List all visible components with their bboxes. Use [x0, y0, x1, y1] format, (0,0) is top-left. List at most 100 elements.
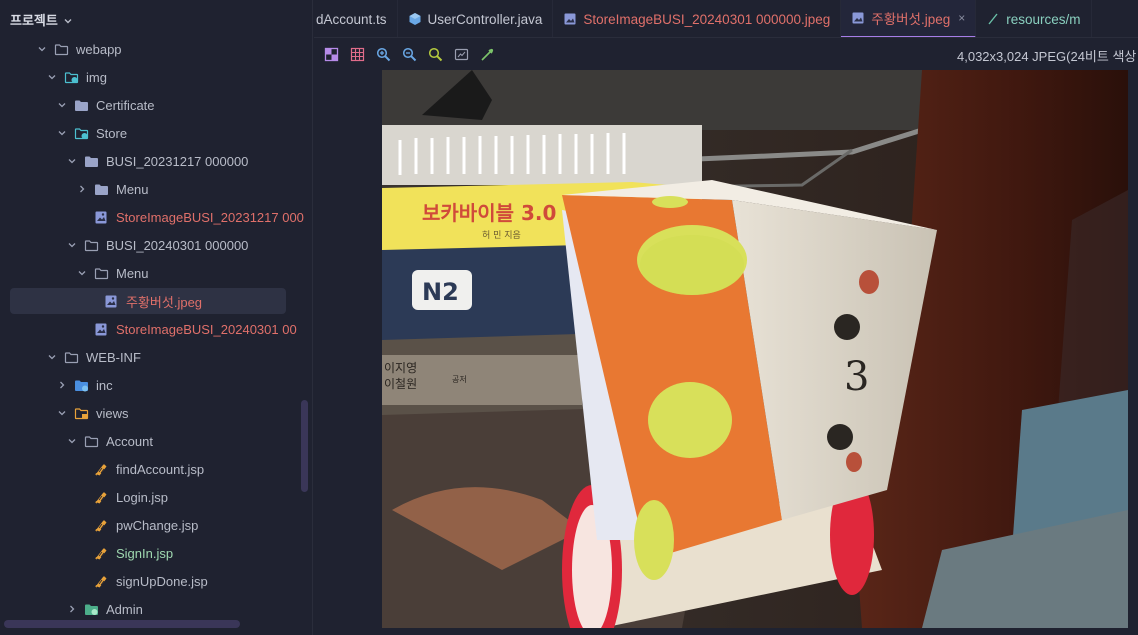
tree-item[interactable]: views [0, 399, 312, 427]
tree-item[interactable]: img [0, 63, 312, 91]
tree-item-label: signUpDone.jsp [116, 573, 208, 589]
chessboard-icon[interactable] [318, 41, 344, 67]
editor-tab-label: StoreImageBUSI_20240301 000000.jpeg [583, 11, 831, 27]
jsp-file-icon [94, 490, 110, 504]
tree-vertical-scrollbar[interactable] [301, 400, 308, 492]
tree-item[interactable]: Admin [0, 595, 312, 623]
tree-item[interactable]: StoreImageBUSI_20240301 00 [0, 315, 312, 343]
tree-item-label: StoreImageBUSI_20240301 00 [116, 321, 297, 337]
tree-item-label: Account [106, 433, 153, 449]
tree-item-label: BUSI_20240301 000000 [106, 237, 249, 253]
folder-blue-icon [74, 378, 90, 392]
editor-tab[interactable]: UserController.java [398, 0, 554, 37]
chevron-right-icon[interactable] [76, 183, 88, 195]
chevron-down-icon[interactable] [66, 155, 78, 167]
java-class-icon [408, 12, 422, 26]
folder-icon [84, 238, 100, 252]
web-folder-icon [74, 126, 90, 140]
tree-item[interactable]: StoreImageBUSI_20231217 000 [0, 203, 312, 231]
folder-solid-icon [94, 182, 110, 196]
project-panel-title[interactable]: 프로젝트 [10, 10, 58, 29]
tree-item[interactable]: Certificate [0, 91, 312, 119]
tree-item[interactable]: BUSI_20240301 000000 [0, 231, 312, 259]
tree-item[interactable]: signUpDone.jsp [0, 567, 312, 595]
project-panel-header[interactable]: 프로젝트 [0, 0, 312, 38]
chevron-down-icon[interactable] [56, 127, 68, 139]
tree-item[interactable]: Store [0, 119, 312, 147]
tree-item-label: WEB-INF [86, 349, 141, 365]
close-icon[interactable]: × [958, 11, 965, 25]
web-folder-icon [64, 70, 80, 84]
folder-icon [64, 350, 80, 364]
chevron-down-icon[interactable] [46, 351, 58, 363]
tree-item-label: 주황버섯.jpeg [126, 294, 203, 310]
tree-item[interactable]: SignIn.jsp [0, 539, 312, 567]
photo: 보카바이블 3.0 허 민 지음 N2 이지영 이철원 공저 3 [382, 70, 1128, 628]
editor-tab-bar: dAccount.ts UserController.java StoreImage… [314, 0, 1138, 38]
project-tree: webapp img Certificate Store BUSI_20231217 0… [0, 35, 312, 623]
jsp-file-icon [94, 518, 110, 532]
tree-item-label: StoreImageBUSI_20231217 000 [116, 209, 304, 225]
chevron-down-icon[interactable] [46, 71, 58, 83]
editor-tab-label: 주황버섯.jpeg [871, 12, 951, 27]
book2-line2: 이철원 [384, 377, 417, 391]
tree-item-label: inc [96, 377, 113, 393]
tree-item-label: Login.jsp [116, 489, 169, 505]
tree-item-label: pwChange.jsp [116, 517, 199, 533]
zoom-in-icon[interactable] [370, 41, 396, 67]
path-icon [986, 12, 1000, 26]
folder-orange-icon [74, 406, 90, 420]
actual-size-icon[interactable] [422, 41, 448, 67]
tree-item-label: Certificate [96, 97, 155, 113]
editor-tab[interactable]: dAccount.ts [314, 0, 398, 37]
tree-item[interactable]: Login.jsp [0, 483, 312, 511]
zoom-out-icon[interactable] [396, 41, 422, 67]
tree-item[interactable]: Account [0, 427, 312, 455]
chevron-down-icon[interactable] [36, 43, 48, 55]
chevron-down-icon[interactable] [56, 407, 68, 419]
image-file-icon [563, 12, 577, 26]
image-file-icon [104, 294, 120, 308]
tree-item-label: Store [96, 125, 128, 141]
book2-suffix: 공저 [452, 375, 467, 384]
tree-item[interactable]: BUSI_20231217 000000 [0, 147, 312, 175]
tree-item[interactable]: WEB-INF [0, 343, 312, 371]
chevron-down-icon[interactable] [76, 267, 88, 279]
chevron-down-icon[interactable] [56, 99, 68, 111]
editor-tab-label: resources/m [1006, 11, 1081, 27]
chevron-right-icon[interactable] [56, 379, 68, 391]
tree-item[interactable]: webapp [0, 35, 312, 63]
book-badge-text: N2 [422, 278, 459, 306]
box-number-text: 3 [844, 354, 869, 400]
tree-horizontal-scrollbar[interactable] [4, 620, 240, 628]
fit-window-icon[interactable] [448, 41, 474, 67]
tree-item[interactable]: Menu [0, 175, 312, 203]
image-file-icon [94, 322, 110, 336]
editor-tab[interactable]: StoreImageBUSI_20240301 000000.jpeg [553, 0, 842, 37]
folder-icon [54, 42, 70, 56]
image-viewer[interactable]: 보카바이블 3.0 허 민 지음 N2 이지영 이철원 공저 3 [382, 70, 1128, 628]
tree-item[interactable]: pwChange.jsp [0, 511, 312, 539]
image-info: 4,032x3,024 JPEG(24비트 색상 [957, 49, 1137, 64]
tree-item[interactable]: findAccount.jsp [0, 455, 312, 483]
tree-item[interactable]: Menu [0, 259, 312, 287]
tree-item-label: Menu [116, 181, 149, 197]
color-picker-icon[interactable] [474, 41, 500, 67]
tree-item[interactable]: 주황버섯.jpeg [0, 287, 312, 315]
web-folder-green-icon [84, 602, 100, 616]
image-toolbar: 4,032x3,024 JPEG(24비트 색상 [314, 40, 1138, 68]
chevron-right-icon[interactable] [66, 603, 78, 615]
image-file-icon [851, 11, 865, 25]
chevron-down-icon[interactable] [66, 239, 78, 251]
chevron-down-icon[interactable] [63, 14, 73, 24]
tree-item-label: img [86, 69, 107, 85]
chevron-down-icon[interactable] [66, 435, 78, 447]
editor-tab-label: dAccount.ts [316, 11, 387, 27]
tree-item-label: Admin [106, 601, 143, 617]
grid-icon[interactable] [344, 41, 370, 67]
editor-tab[interactable]: 주황버섯.jpeg × [841, 0, 977, 37]
tree-item-label: views [96, 405, 129, 421]
tree-item[interactable]: inc [0, 371, 312, 399]
book-title-text: 보카바이블 3.0 [422, 201, 556, 225]
editor-tab[interactable]: resources/m [976, 0, 1092, 37]
